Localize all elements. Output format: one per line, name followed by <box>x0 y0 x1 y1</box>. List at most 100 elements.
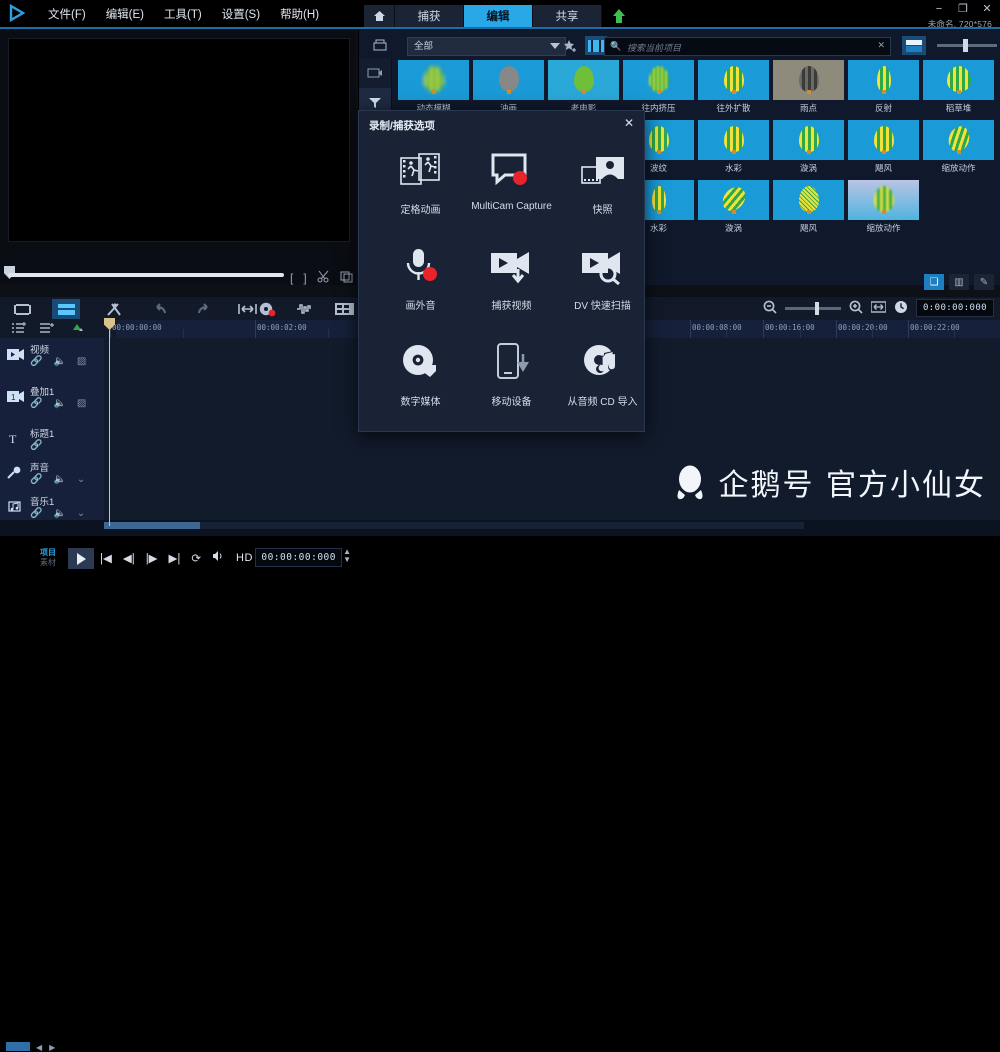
track-manager-icon[interactable] <box>12 321 26 337</box>
zoom-in-icon[interactable] <box>849 300 863 317</box>
undo-button[interactable] <box>145 299 173 319</box>
edit-panel-button[interactable]: ✎ <box>974 274 994 290</box>
library-item[interactable]: 稻草堆 <box>923 60 994 116</box>
export-frame-icon[interactable] <box>340 270 353 286</box>
menu-tools[interactable]: 工具(T) <box>154 3 212 25</box>
library-item[interactable]: 反射 <box>848 60 919 116</box>
option-dv-quick-scan[interactable]: DV 快速扫描 <box>555 241 650 337</box>
library-item[interactable]: 雨点 <box>773 60 844 116</box>
library-item[interactable]: 往外扩散 <box>698 60 769 116</box>
fit-timeline-icon[interactable] <box>870 300 887 316</box>
clear-search-icon[interactable]: ✕ <box>877 40 885 51</box>
mode-clip-label[interactable]: 素材 <box>40 558 56 568</box>
library-search-box[interactable]: 🔍 搜索当前项目 ✕ <box>604 37 891 56</box>
menu-settings[interactable]: 设置(S) <box>212 3 270 25</box>
option-snapshot[interactable]: 快照 <box>555 145 650 241</box>
tab-edit[interactable]: 编辑 <box>464 5 533 27</box>
menu-edit[interactable]: 编辑(E) <box>96 3 154 25</box>
library-item[interactable]: 动态模糊 <box>398 60 469 116</box>
upload-arrow-icon[interactable] <box>610 5 628 27</box>
tab-home[interactable] <box>364 5 395 27</box>
timeline-view-button[interactable] <box>52 299 80 319</box>
next-frame-button[interactable]: |▶ <box>146 551 158 565</box>
play-button[interactable] <box>68 548 94 569</box>
option-stop-motion[interactable]: 定格动画 <box>373 145 468 241</box>
timeline-zoom-knob[interactable] <box>814 301 819 315</box>
tab-share[interactable]: 共享 <box>533 5 602 27</box>
redo-button[interactable] <box>190 299 218 319</box>
storyboard-view-button[interactable] <box>8 299 36 319</box>
timeline-horizontal-scrollbar[interactable] <box>104 522 804 529</box>
mix-icon[interactable]: ▨ <box>77 398 86 409</box>
clock-icon[interactable] <box>894 300 908 317</box>
options-panel-button[interactable]: ▥ <box>949 274 969 290</box>
library-item[interactable]: 缩放动作 <box>848 180 919 236</box>
mark-out-button[interactable]: ] <box>303 271 306 285</box>
library-filter-dropdown[interactable]: 全部 <box>407 37 566 56</box>
library-import-icon[interactable] <box>369 36 391 55</box>
library-item[interactable]: 水彩 <box>698 120 769 176</box>
end-frame-button[interactable]: ▶| <box>169 551 181 565</box>
audio-mixer-button[interactable] <box>290 299 318 319</box>
scroll-right-button[interactable]: ▶ <box>49 1043 55 1052</box>
home-frame-button[interactable]: |◀ <box>100 551 112 565</box>
library-item[interactable]: 缩放动作 <box>923 120 994 176</box>
option-multicam-capture[interactable]: MultiCam Capture <box>464 145 559 241</box>
insert-track-icon[interactable] <box>40 322 54 337</box>
link-icon[interactable]: 🔗 <box>30 398 42 409</box>
player-mode-toggle[interactable]: 项目 素材 <box>40 548 56 568</box>
track-header[interactable]: 声音 🔗 🔈 ⌄ <box>0 456 106 490</box>
library-thumbnail-size-knob[interactable] <box>963 39 968 52</box>
loop-button[interactable]: ⟳ <box>191 551 201 565</box>
volume-icon[interactable]: 🔈 <box>53 474 65 485</box>
chevron-down-icon[interactable]: ⌄ <box>77 508 85 519</box>
timeline-timecode[interactable]: 0:00:00:000 <box>915 299 994 317</box>
timeline-scrollbar-thumb[interactable] <box>104 522 200 529</box>
library-item[interactable]: 老电影 <box>548 60 619 116</box>
library-item[interactable]: 油画 <box>473 60 544 116</box>
option-capture-video[interactable]: 捕获视频 <box>464 241 559 337</box>
batch-convert-button[interactable] <box>330 299 358 319</box>
option-digital-media[interactable]: 数字媒体 <box>373 337 468 433</box>
scroll-left-button[interactable]: ◀ <box>36 1043 42 1052</box>
preview-timeline-bar[interactable] <box>8 273 284 277</box>
scissors-icon[interactable] <box>317 270 330 286</box>
record-capture-button[interactable] <box>253 299 281 319</box>
link-icon[interactable]: 🔗 <box>30 356 42 367</box>
close-button[interactable]: ✕ <box>980 3 994 15</box>
library-media-icon[interactable] <box>359 58 391 88</box>
volume-icon[interactable]: 🔈 <box>53 356 65 367</box>
library-item[interactable]: 飓风 <box>848 120 919 176</box>
library-view-toggle[interactable] <box>902 36 926 55</box>
volume-button[interactable] <box>212 550 225 565</box>
track-header[interactable]: 视频 🔗 🔈 ▨ <box>0 338 106 380</box>
library-item[interactable]: 漩涡 <box>698 180 769 236</box>
library-panel-button[interactable]: ❏ <box>924 274 944 290</box>
zoom-out-icon[interactable] <box>763 300 777 317</box>
minimize-button[interactable]: − <box>932 3 946 15</box>
restore-button[interactable]: ❐ <box>956 3 970 15</box>
mode-project-label[interactable]: 项目 <box>40 548 56 558</box>
option-mobile-device[interactable]: 移动设备 <box>464 337 559 433</box>
link-icon[interactable]: 🔗 <box>30 474 42 485</box>
hd-toggle[interactable]: HD <box>236 552 253 564</box>
library-item[interactable]: 漩涡 <box>773 120 844 176</box>
preview-screen[interactable] <box>8 38 350 242</box>
previous-frame-button[interactable]: ◀| <box>123 551 135 565</box>
timecode-stepper[interactable]: ▲ ▼ <box>343 548 351 564</box>
preview-timecode[interactable]: 00:00:00:000 <box>255 548 342 567</box>
marker-icon[interactable] <box>68 322 84 336</box>
mix-icon[interactable]: ▨ <box>77 356 86 367</box>
mark-in-button[interactable]: [ <box>290 271 293 285</box>
menu-file[interactable]: 文件(F) <box>38 3 96 25</box>
chevron-down-icon[interactable]: ⌄ <box>77 474 85 485</box>
mix-tools-button[interactable] <box>100 299 128 319</box>
track-header[interactable]: 音乐1 🔗 🔈 ⌄ <box>0 490 106 524</box>
track-header[interactable]: T 标题1 🔗 <box>0 422 106 456</box>
add-favorite-icon[interactable] <box>559 36 581 55</box>
library-item[interactable]: 往内挤压 <box>623 60 694 116</box>
option-voiceover[interactable]: 画外音 <box>373 241 468 337</box>
link-icon[interactable]: 🔗 <box>30 508 42 519</box>
menu-help[interactable]: 帮助(H) <box>270 3 329 25</box>
tab-capture[interactable]: 捕获 <box>395 5 464 27</box>
